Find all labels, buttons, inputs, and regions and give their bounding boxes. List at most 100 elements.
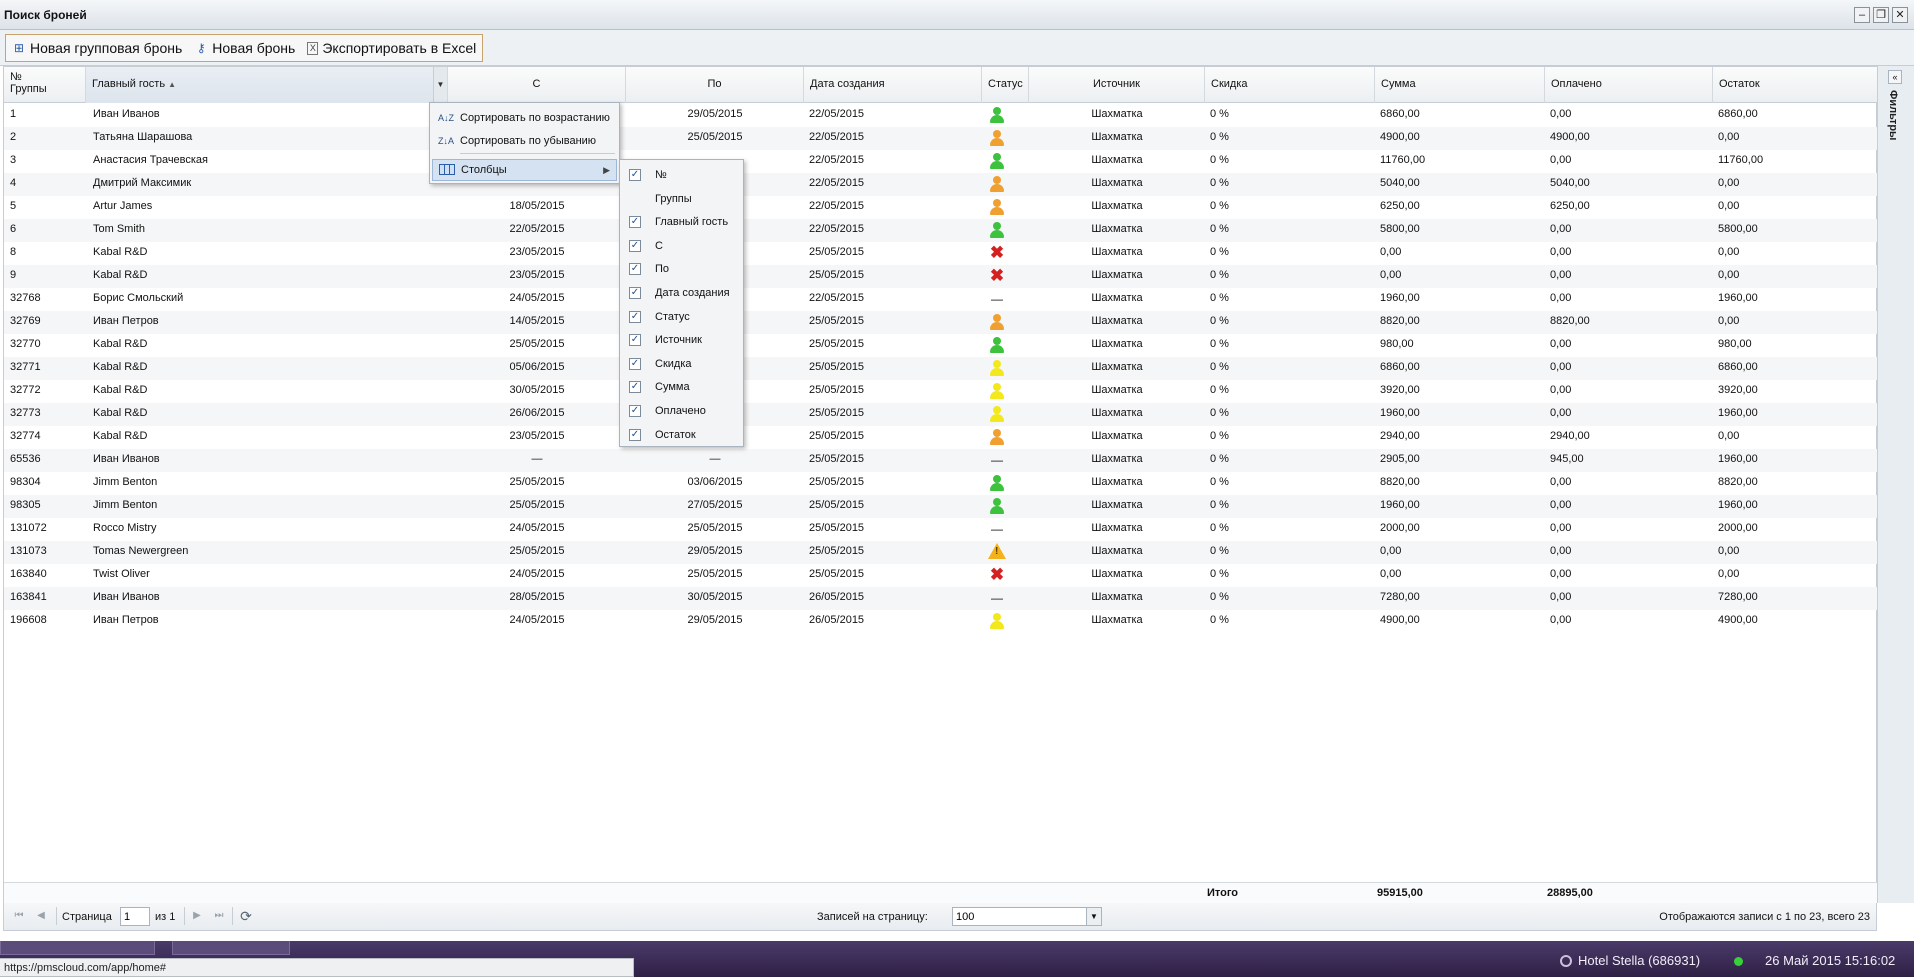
checkbox-checked-icon[interactable]: ✓ [629,263,641,276]
column-menu-trigger[interactable]: ▼ [433,67,447,103]
column-header-rest[interactable]: Остаток [1713,67,1878,103]
cell-rest: 1960,00 [1718,407,1758,419]
column-header-from[interactable]: С [448,67,626,103]
table-row[interactable]: 5 Artur James 18/05/2015 22/05/2015 Шахматка… [4,196,1878,219]
column-toggle-item[interactable]: ✓ Скидка [622,352,741,376]
checkbox-checked-icon[interactable]: ✓ [629,216,641,229]
table-row[interactable]: 131073 Tomas Newergreen 25/05/2015 29/05/20… [4,541,1878,564]
column-header-main-guest[interactable]: Главный гость ▲ ▼ [86,67,448,103]
table-row[interactable]: 98304 Jimm Benton 25/05/2015 03/06/2015 25/0… [4,472,1878,495]
column-header-created[interactable]: Дата создания [804,67,982,103]
cell-guest: Татьяна Шарашова [93,131,193,143]
column-toggle-item[interactable]: ✓ Сумма [622,375,741,399]
minimize-button[interactable]: – [1854,7,1870,23]
column-toggle-label: Источник [655,334,702,347]
column-header-sum[interactable]: Сумма [1375,67,1545,103]
column-toggle-item[interactable]: Группы [622,187,741,211]
column-header-num[interactable]: № Группы [4,67,86,103]
table-row[interactable]: 32770 Kabal R&D 25/05/2015 25/05/2015 Шахмат… [4,334,1878,357]
filters-panel[interactable]: « Фильтры [1877,66,1914,903]
expand-filters-icon[interactable]: « [1888,70,1902,84]
next-page-icon[interactable]: ▶ [190,909,204,923]
column-header-discount[interactable]: Скидка [1205,67,1375,103]
cell-from: 28/05/2015 [509,591,565,603]
refresh-icon[interactable]: ⟳ [238,908,254,924]
table-row[interactable]: 4 Дмитрий Максимик 22/05/2015 Шахматка 0 % 50… [4,173,1878,196]
table-row[interactable]: 32769 Иван Петров 14/05/2015 25/05/2015 Шахм… [4,311,1878,334]
table-row[interactable]: 65536 Иван Иванов — — 25/05/2015 Шахматка 0 % 2… [4,449,1878,472]
table-row[interactable]: 6 Tom Smith 22/05/2015 22/05/2015 Шахматка 0 … [4,219,1878,242]
cell-created: 26/05/2015 [809,614,865,626]
table-row[interactable]: 9 Kabal R&D 23/05/2015 25/05/2015 Шахматка 0 … [4,265,1878,288]
cell-source: Шахматка [1091,108,1143,120]
checkbox-checked-icon[interactable]: ✓ [629,310,641,323]
cell-sum: 4900,00 [1380,131,1420,143]
checkbox-checked-icon[interactable]: ✓ [629,287,641,299]
table-row[interactable]: 196608 Иван Петров 24/05/2015 29/05/2015 26/… [4,610,1878,633]
checkbox-checked-icon[interactable]: ✓ [629,334,641,347]
page-number-input[interactable] [120,907,150,926]
column-header-to[interactable]: По [626,67,804,103]
cell-to: 29/05/2015 [687,545,743,557]
per-page-select[interactable] [952,907,1088,926]
checkbox-checked-icon[interactable]: ✓ [629,169,641,181]
close-button[interactable]: ✕ [1892,7,1908,23]
restore-button[interactable]: ❐ [1873,7,1889,23]
sort-desc-menu-item[interactable]: Z↓A Сортировать по убыванию [432,130,617,152]
clock: 26 Май 2015 15:16:02 [1765,953,1896,968]
column-toggle-item[interactable]: ✓ По [622,257,741,281]
table-row[interactable]: 131072 Rocco Mistry 24/05/2015 25/05/2015 25… [4,518,1878,541]
cell-discount: 0 % [1210,430,1229,442]
column-toggle-item[interactable]: ✓ Остаток [622,423,741,447]
cell-guest: Artur James [93,200,153,212]
cell-guest: Kabal R&D [93,407,148,419]
column-toggle-item[interactable]: ✓ № [622,163,741,187]
guest-yellow-icon [988,405,1006,423]
column-header-status[interactable]: Статус [982,67,1029,103]
table-row[interactable]: 32772 Kabal R&D 30/05/2015 25/05/2015 Шахмат… [4,380,1878,403]
cell-sum: 7280,00 [1380,591,1420,603]
table-row[interactable]: 3 Анастасия Трачевская 22/05/2015 Шахматка 0… [4,150,1878,173]
taskbar-button[interactable] [0,941,155,955]
table-row[interactable]: 32768 Борис Смольский 24/05/2015 22/05/2015… [4,288,1878,311]
table-row[interactable]: 8 Kabal R&D 23/05/2015 25/05/2015 Шахматка 0 … [4,242,1878,265]
last-page-icon[interactable]: ⏭ [212,909,226,923]
table-row[interactable]: 2 Татьяна Шарашова 25/05/2015 22/05/2015 Шах… [4,127,1878,150]
sort-asc-menu-item[interactable]: A↓Z Сортировать по возрастанию [432,107,617,129]
checkbox-checked-icon[interactable]: ✓ [629,357,641,370]
checkbox-checked-icon[interactable]: ✓ [629,428,641,441]
column-toggle-item[interactable]: ✓ С [622,234,741,258]
checkbox-checked-icon[interactable]: ✓ [629,239,641,252]
taskbar-button[interactable] [172,941,290,955]
table-row[interactable]: 1 Иван Иванов 29/05/2015 22/05/2015 Шахматка… [4,104,1878,127]
column-toggle-item[interactable]: ✓ Дата создания [622,281,741,305]
window-title: Поиск броней [4,8,87,22]
column-toggle-item[interactable]: ✓ Статус [622,305,741,329]
export-excel-button[interactable]: X Экспортировать в Excel [307,40,476,56]
prev-page-icon[interactable]: ◀ [34,909,48,923]
submenu-arrow-icon: ▶ [603,164,610,175]
column-toggle-item[interactable]: ✓ Источник [622,328,741,352]
first-page-icon[interactable]: ⏮ [12,909,26,923]
checkbox-checked-icon[interactable]: ✓ [629,405,641,417]
column-header-source[interactable]: Источник [1029,67,1205,103]
table-row[interactable]: 163841 Иван Иванов 28/05/2015 30/05/2015 26/… [4,587,1878,610]
columns-menu-item[interactable]: Столбцы ▶ [432,159,617,181]
table-row[interactable]: 32773 Kabal R&D 26/06/2015 25/05/2015 Шахмат… [4,403,1878,426]
table-row[interactable]: 32771 Kabal R&D 05/06/2015 25/05/2015 Шахмат… [4,357,1878,380]
table-row[interactable]: 163840 Twist Oliver 24/05/2015 25/05/2015 25… [4,564,1878,587]
table-row[interactable]: 98305 Jimm Benton 25/05/2015 27/05/2015 25/0… [4,495,1878,518]
column-header-paid[interactable]: Оплачено [1545,67,1713,103]
column-toggle-item[interactable]: ✓ Оплачено [622,399,741,423]
new-group-booking-button[interactable]: ⊞ Новая групповая бронь [12,40,182,56]
cell-guest: Kabal R&D [93,384,148,396]
checkbox-empty-icon[interactable] [629,193,641,205]
table-row[interactable]: 32774 Kabal R&D 23/05/2015 25/05/2015 Шахмат… [4,426,1878,449]
new-booking-button[interactable]: ⚷ Новая бронь [194,40,295,56]
checkbox-checked-icon[interactable]: ✓ [629,381,641,394]
cell-num: 4 [10,177,17,189]
cell-from: 23/05/2015 [509,269,565,281]
chevron-down-icon[interactable]: ▼ [1086,907,1102,926]
hotel-info[interactable]: Hotel Stella (686931) [1560,953,1700,968]
column-toggle-item[interactable]: ✓ Главный гость [622,210,741,234]
